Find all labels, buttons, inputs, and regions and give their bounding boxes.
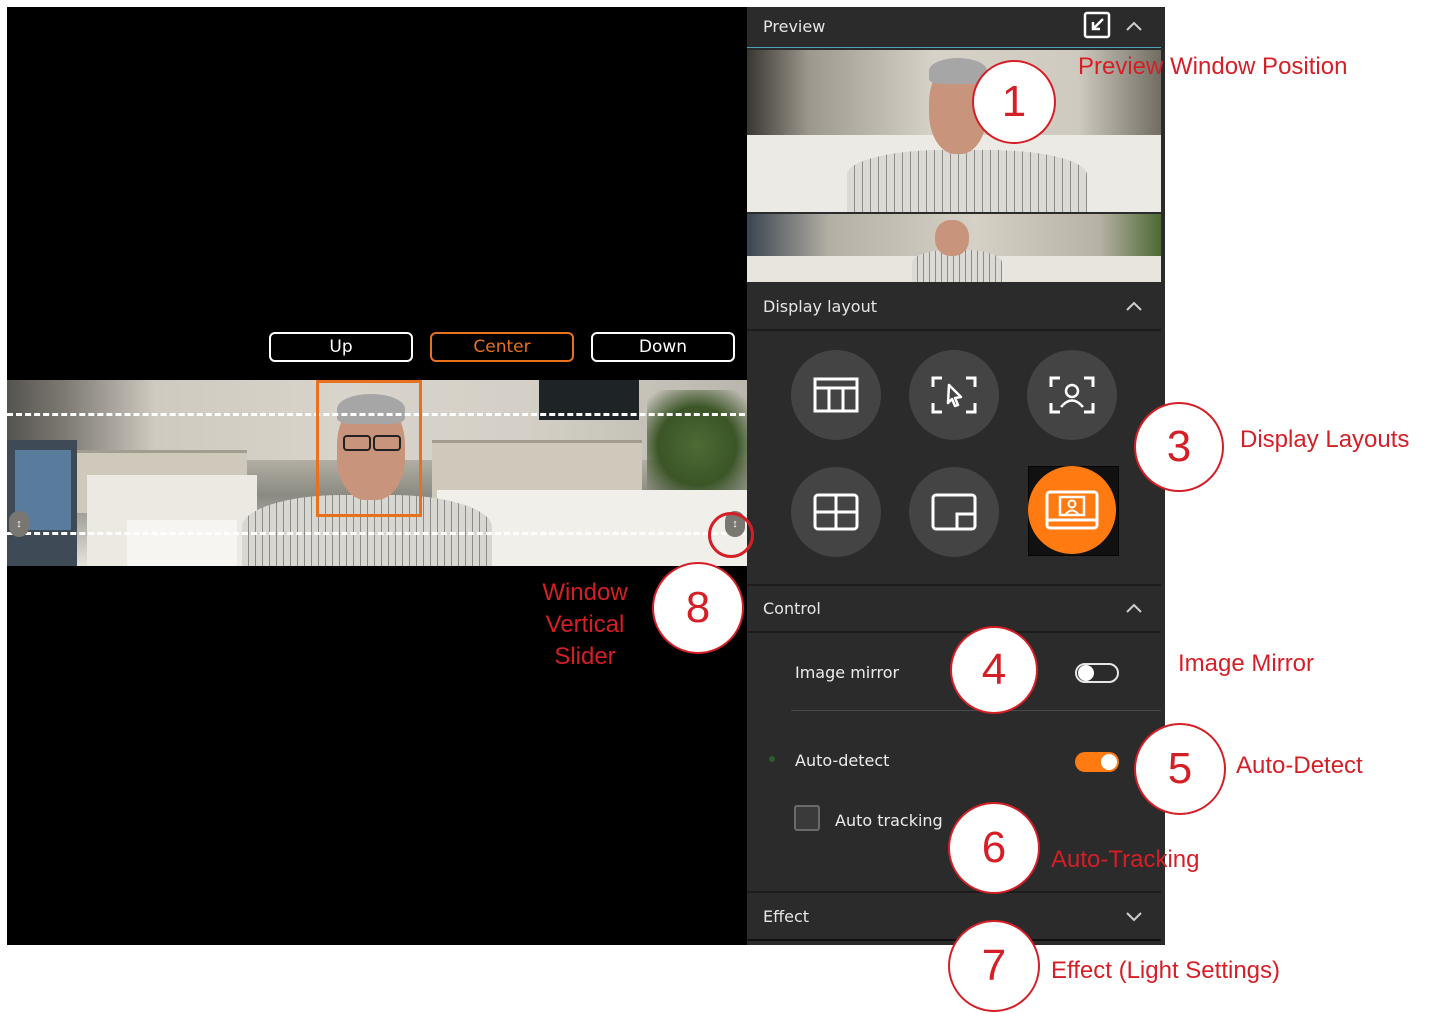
callout-4: 4 <box>950 626 1038 714</box>
layout-speaker-panorama-button[interactable] <box>1028 466 1116 554</box>
speaker-panorama-layout-icon <box>1045 490 1099 530</box>
preview-collapse-icon[interactable] <box>1123 15 1145 37</box>
center-button[interactable]: Center <box>430 332 574 362</box>
display-layout-title: Display layout <box>763 297 877 316</box>
annotation-line: Slider <box>554 643 616 670</box>
preview-panorama-thumbnail <box>747 214 1161 282</box>
picture-in-picture-layout-icon <box>931 493 977 531</box>
left-vertical-slider[interactable]: ↕ <box>9 511 29 537</box>
panorama-video-frame: ↕ ↕ <box>7 380 747 566</box>
down-button[interactable]: Down <box>591 332 735 362</box>
auto-detect-label: Auto-detect <box>795 751 890 770</box>
annotation-preview-window-position: Preview Window Position <box>1078 53 1348 80</box>
callout-5: 5 <box>1134 723 1226 815</box>
annotation-image-mirror: Image Mirror <box>1178 650 1315 677</box>
control-collapse-icon[interactable] <box>1123 597 1145 619</box>
up-button[interactable]: Up <box>269 332 413 362</box>
auto-detect-toggle[interactable] <box>1075 752 1119 772</box>
auto-tracking-checkbox[interactable] <box>794 805 820 831</box>
preview-title: Preview <box>763 17 826 36</box>
slider-highlight-circle <box>708 512 754 558</box>
divider <box>747 47 1161 48</box>
annotation-effect-light-settings: Effect (Light Settings) <box>1051 957 1281 984</box>
layout-manual-button[interactable] <box>909 350 999 440</box>
divider <box>747 329 1161 331</box>
callout-6: 6 <box>948 802 1040 894</box>
annotation-auto-tracking: Auto-Tracking <box>1051 846 1200 873</box>
effect-expand-icon[interactable] <box>1123 905 1145 927</box>
image-mirror-toggle[interactable] <box>1075 663 1119 683</box>
display-layout-collapse-icon[interactable] <box>1123 295 1145 317</box>
callout-7: 7 <box>948 920 1040 1012</box>
status-indicator-icon <box>769 756 775 762</box>
annotation-display-layouts: Display Layouts <box>1240 426 1410 453</box>
image-mirror-label: Image mirror <box>795 663 900 682</box>
panorama-layout-icon <box>813 377 859 413</box>
effect-header[interactable]: Effect <box>747 897 1161 937</box>
layout-speaker-button[interactable] <box>1027 350 1117 440</box>
divider <box>747 891 1161 893</box>
divider <box>747 631 1161 633</box>
manual-select-layout-icon <box>931 376 977 414</box>
layout-pip-button[interactable] <box>909 467 999 557</box>
divider <box>747 584 1161 586</box>
face-detection-box <box>316 380 422 517</box>
callout-3: 3 <box>1134 402 1224 492</box>
callout-number: 1 <box>1001 77 1027 126</box>
video-view: Up Center Down ↕ ↕ <box>7 7 747 945</box>
minimize-window-icon[interactable] <box>1083 11 1111 39</box>
callout-number: 7 <box>981 941 1007 990</box>
annotation-window-vertical-slider: Window Vertical Slider <box>534 577 636 673</box>
layout-grid-button[interactable] <box>791 467 881 557</box>
annotation-auto-detect: Auto-Detect <box>1236 752 1363 779</box>
control-title: Control <box>763 599 821 618</box>
callout-number: 6 <box>981 823 1007 872</box>
grid-layout-icon <box>813 493 859 531</box>
callout-number: 8 <box>685 583 711 632</box>
preview-header: Preview <box>747 7 1161 47</box>
auto-tracking-label: Auto tracking <box>835 811 943 830</box>
callout-1: 1 <box>972 60 1056 144</box>
control-header: Control <box>747 589 1161 629</box>
annotation-line: Vertical <box>545 611 625 638</box>
display-layout-header: Display layout <box>747 287 1161 327</box>
annotation-line: Window <box>542 579 628 606</box>
callout-8: 8 <box>652 562 744 654</box>
callout-number: 3 <box>1166 422 1192 471</box>
effect-title: Effect <box>763 907 810 926</box>
speaker-focus-layout-icon <box>1049 376 1095 414</box>
settings-panel: Preview Display layout Control Image mir… <box>747 7 1165 945</box>
layout-panorama-button[interactable] <box>791 350 881 440</box>
callout-number: 5 <box>1167 744 1193 793</box>
callout-number: 4 <box>981 645 1007 694</box>
